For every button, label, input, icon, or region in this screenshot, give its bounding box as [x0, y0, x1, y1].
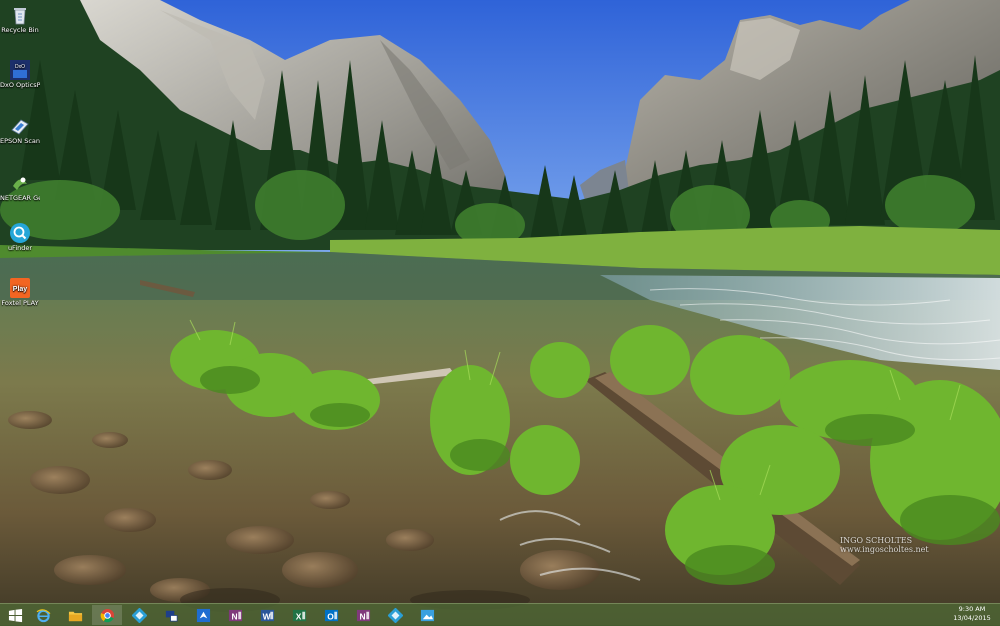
svg-text:O: O	[327, 611, 334, 621]
blue-app-icon	[387, 607, 403, 623]
taskbar-app-13[interactable]	[380, 605, 410, 625]
internet-explorer-icon	[36, 608, 50, 622]
desktop-icon-dxo[interactable]: DxO DxO OpticsPro 10	[0, 59, 40, 90]
watermark-url: www.ingoscholtes.net	[840, 545, 929, 554]
device-app-icon	[165, 610, 177, 621]
desktop-wallpaper	[0, 0, 1000, 625]
svg-text:Play: Play	[13, 286, 28, 293]
system-clock[interactable]: 9:30 AM 13/04/2015	[948, 605, 996, 625]
desktop-icon-recycle-bin[interactable]: Recycle Bin	[0, 4, 40, 35]
taskbar-app-14[interactable]	[412, 605, 442, 625]
taskbar-onenote-2[interactable]: N	[348, 605, 378, 625]
photo-app-icon	[420, 609, 434, 621]
chrome-icon	[100, 608, 114, 622]
desktop-icon-netgear[interactable]: NETGEAR Genie	[0, 172, 40, 203]
desktop-icon-label: Recycle Bin	[1, 27, 39, 34]
desktop-icon-label: uFinder	[7, 245, 33, 252]
start-button[interactable]	[0, 605, 30, 625]
excel-icon: X	[292, 609, 306, 621]
foxtel-play-icon: Play	[10, 278, 30, 298]
taskbar-outlook[interactable]: O	[316, 605, 346, 625]
desktop-icon-epson[interactable]: EPSON Scan	[0, 115, 40, 146]
pin-app-icon	[196, 608, 210, 622]
taskbar-file-explorer[interactable]	[60, 605, 90, 625]
outlook-icon: O	[324, 609, 338, 621]
desktop-icon-ufinder[interactable]: uFinder	[0, 222, 40, 253]
file-explorer-icon	[68, 611, 82, 621]
taskbar-excel[interactable]: X	[284, 605, 314, 625]
watermark-name: INGO SCHOLTES	[840, 536, 913, 545]
svg-text:N: N	[359, 611, 365, 621]
svg-text:X: X	[295, 611, 301, 621]
ufinder-icon	[10, 223, 30, 243]
desktop-icon-label: EPSON Scan	[0, 138, 40, 145]
netgear-genie-icon	[13, 177, 27, 190]
desktop-icon-label: DxO OpticsPro 10	[0, 82, 40, 89]
onenote-icon: N	[228, 609, 242, 621]
epson-scan-icon	[11, 119, 29, 135]
word-icon: W	[260, 609, 274, 621]
desktop-icon-label: Foxtel PLAY	[1, 300, 39, 307]
taskbar-word[interactable]: W	[252, 605, 282, 625]
svg-text:DxO: DxO	[15, 64, 25, 70]
desktop-icon-label: NETGEAR Genie	[0, 195, 40, 202]
blue-app-icon	[131, 607, 147, 623]
clock-time: 9:30 AM	[958, 605, 986, 613]
photo-watermark: INGO SCHOLTES www.ingoscholtes.net	[840, 536, 929, 554]
onenote-icon: N	[356, 609, 370, 621]
svg-text:W: W	[262, 611, 270, 621]
recycle-bin-icon	[14, 8, 26, 25]
svg-text:N: N	[231, 611, 237, 621]
taskbar-chrome[interactable]	[92, 605, 122, 625]
taskbar-app-7[interactable]	[188, 605, 218, 625]
taskbar-internet-explorer[interactable]	[28, 605, 58, 625]
desktop-icon-foxtel[interactable]: Play Foxtel PLAY	[0, 277, 40, 308]
taskbar-app-6[interactable]	[156, 605, 186, 625]
taskbar-onenote[interactable]: N	[220, 605, 250, 625]
taskbar: N W X O N 9:30 AM 13/04/2015	[0, 603, 1000, 626]
dxo-opticspro-icon: DxO	[10, 60, 30, 80]
clock-date: 13/04/2015	[953, 614, 991, 622]
taskbar-app-5[interactable]	[124, 605, 154, 625]
windows-start-icon	[8, 608, 22, 622]
